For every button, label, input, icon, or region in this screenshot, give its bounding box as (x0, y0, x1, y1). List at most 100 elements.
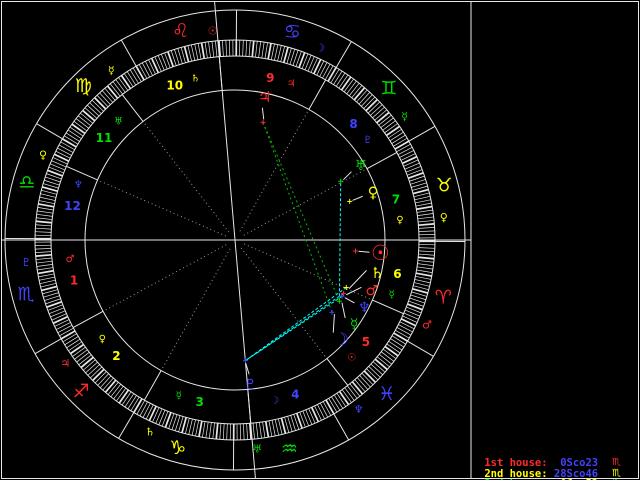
degree-tick (205, 421, 209, 438)
sign-cancer-ruler-icon: ☽ (315, 42, 325, 55)
house-8-ruler-icon: ♇ (363, 135, 372, 146)
degree-tick (50, 310, 66, 318)
degree-tick (322, 401, 332, 416)
degree-tick (418, 247, 435, 249)
sign-divider (34, 338, 62, 355)
degree-tick (310, 57, 318, 73)
aspect-line-jupiter-mercury (262, 122, 340, 302)
house-number-8: 8 (349, 117, 357, 131)
house-4-ruler-icon: ☽ (270, 396, 279, 407)
degree-tick (324, 65, 334, 80)
house-11-ruler-icon: ♅ (114, 116, 123, 127)
degree-tick (259, 422, 262, 439)
degree-tick (417, 263, 434, 267)
degree-tick (150, 57, 160, 74)
degree-tick (418, 230, 435, 232)
degree-tick (319, 402, 329, 418)
degree-tick (132, 67, 142, 82)
house-cusp-dotted-line (240, 247, 328, 359)
degree-tick (307, 56, 315, 72)
degree-tick (243, 423, 245, 440)
degree-tick (305, 409, 313, 425)
degree-tick (418, 227, 435, 229)
degree-tick (262, 421, 266, 438)
astrolog-window: ♈ ♂ ♉ ♀ ♊ ☿ ♋ ☽ ♌ ☉ ♍ ☿ ♎ ♀ ♏ ♇ ♐ ♃ ♑ ♄ ♒ ♅ ♓ ♆ 1 ♂ 2 ♀ 3 ☿ 4 ☽ 5 ☉ 6 ☿ 7 ♀ 8 ♇… (0, 0, 640, 480)
degree-tick (255, 422, 259, 439)
degree-tick (36, 260, 53, 264)
degree-tick (56, 322, 71, 330)
house-number-6: 6 (393, 267, 401, 281)
degree-tick (53, 153, 70, 162)
degree-tick (135, 65, 145, 81)
planet-venus-icon: ♀ (368, 184, 379, 202)
degree-tick (208, 422, 212, 439)
house-3-ruler-icon: ☿ (176, 391, 182, 402)
degree-tick (328, 398, 338, 413)
house-cusp-line (143, 370, 162, 401)
degree-tick (418, 256, 435, 260)
degree-tick (52, 157, 68, 165)
degree-tick (388, 340, 403, 351)
house-cusp-line (218, 56, 223, 91)
degree-tick (401, 155, 418, 165)
degree-tick (399, 321, 415, 330)
house-number-9: 9 (266, 71, 274, 85)
aspect-line-mercury-uranus (338, 181, 342, 302)
degree-tick (380, 117, 394, 128)
house-cusp-dotted-line (243, 168, 368, 236)
degree-tick (197, 43, 202, 60)
chart-coordinates: 122°41'00"W 37°79'00"N (478, 204, 618, 217)
degree-tick (110, 384, 122, 397)
degree-tick (99, 375, 112, 388)
planet-neptune-pointer (344, 297, 355, 304)
sign-pisces-icon: ♓ (378, 383, 395, 405)
degree-tick (225, 40, 227, 57)
degree-tick (394, 140, 410, 150)
degree-tick (258, 41, 262, 58)
sign-aries-icon: ♈ (435, 286, 452, 308)
sign-virgo-icon: ♍ (75, 75, 92, 97)
degree-tick (222, 423, 225, 440)
degree-tick (60, 141, 75, 151)
degree-tick (148, 59, 156, 75)
degree-tick (418, 223, 435, 227)
degree-tick (37, 207, 54, 211)
degree-tick (35, 224, 52, 227)
house-cusp-dotted-line (97, 179, 227, 237)
degree-tick (327, 67, 337, 82)
house-cusp-line (121, 94, 144, 122)
house-cusp-dotted-line (142, 121, 230, 233)
house-cusp-line (66, 165, 98, 181)
house-12-ruler-icon: ♆ (74, 180, 83, 191)
info-panel: Astrolog 5.41G Chart of the Moment Tue A… (478, 4, 638, 480)
degree-tick (415, 202, 432, 207)
degree-tick (400, 318, 417, 327)
degree-tick (69, 343, 85, 355)
degree-tick (356, 377, 369, 390)
degree-tick (219, 423, 222, 440)
degree-tick (335, 72, 346, 87)
degree-tick (418, 250, 435, 253)
degree-tick (396, 143, 411, 153)
sign-sagittarius-icon: ♐ (73, 381, 90, 403)
degree-tick (397, 146, 413, 156)
sign-libra-icon: ♎ (18, 172, 35, 194)
sign-leo-ruler-icon: ☉ (208, 25, 218, 38)
degree-tick (416, 205, 433, 211)
degree-tick (35, 251, 52, 253)
degree-tick (49, 163, 65, 171)
degree-tick (93, 97, 107, 110)
degree-tick (331, 396, 341, 411)
julian-day: Julian Day = 2461145.6306 (478, 299, 637, 312)
aspect-line-saturn-pluto (245, 287, 347, 361)
degree-tick (62, 333, 77, 343)
sign-divider (408, 125, 436, 142)
degree-tick (78, 115, 91, 127)
sign-cancer-icon: ♋ (284, 21, 301, 43)
planet-sun-pointer (358, 250, 370, 253)
degree-tick (82, 109, 96, 122)
degree-tick (418, 253, 435, 256)
degree-tick (252, 423, 255, 440)
degree-tick (382, 120, 396, 131)
degree-tick (304, 54, 312, 70)
